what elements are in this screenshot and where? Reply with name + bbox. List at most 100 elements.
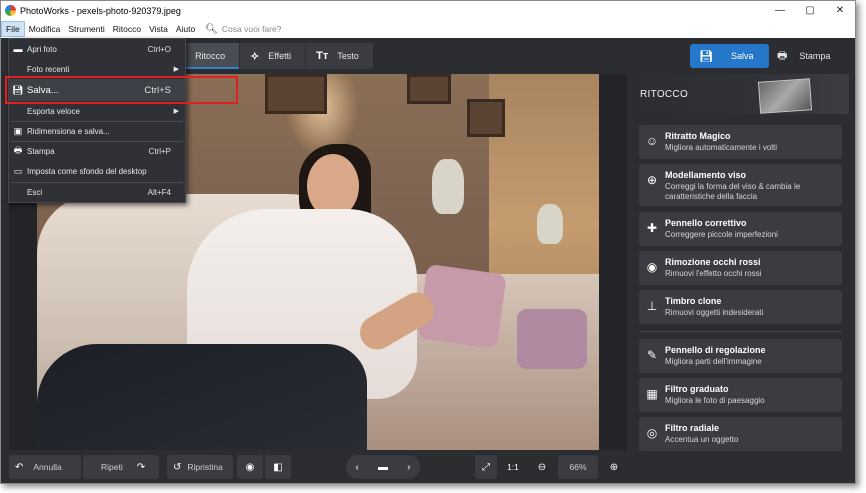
tool-rimozione-occhi-rossi[interactable]: ◉ Rimozione occhi rossi Rimuovi l'effetto… bbox=[639, 251, 842, 285]
undo-button[interactable]: ↶ Annulla bbox=[9, 455, 81, 479]
menu-item-sfondo-desktop[interactable]: ▭ Imposta come sfondo del desktop bbox=[9, 161, 185, 181]
menu-item-shortcut: Alt+F4 bbox=[147, 187, 171, 197]
photoworks-logo-icon bbox=[5, 5, 16, 16]
text-icon: Tт bbox=[316, 50, 329, 62]
actual-size-button[interactable]: 1:1 bbox=[501, 455, 525, 479]
tool-name: Pennello correttivo bbox=[665, 218, 747, 228]
save-button[interactable]: 💾︎ Salva bbox=[690, 44, 769, 68]
photo-vase bbox=[432, 159, 464, 214]
bandage-icon: ✚ bbox=[646, 221, 658, 235]
tool-desc: Rimuovi oggetti indesiderati bbox=[665, 308, 764, 317]
radial-icon: ◎ bbox=[646, 426, 658, 440]
zoom-out-icon: ⊖ bbox=[537, 461, 547, 473]
monitor-icon: ▭ bbox=[13, 165, 23, 176]
restore-icon: ↺ bbox=[173, 461, 182, 473]
save-button-label: Salva bbox=[730, 51, 754, 61]
previous-photo-button[interactable]: ‹ bbox=[356, 462, 359, 473]
panel-header: RITOCCO bbox=[631, 74, 849, 114]
tool-desc: Migliora le foto di paesaggio bbox=[665, 396, 765, 405]
zoom-in-icon: ⊕ bbox=[609, 461, 619, 473]
redo-icon: ↷ bbox=[136, 461, 146, 473]
fit-screen-icon: ⤢ bbox=[482, 461, 490, 473]
panel-divider bbox=[639, 331, 842, 332]
resize-icon: ▣ bbox=[13, 125, 23, 136]
photo-pants bbox=[37, 344, 367, 450]
tool-modellamento-viso[interactable]: ⊕ Modellamento viso Correggi la forma del… bbox=[639, 164, 842, 206]
tool-pennello-correttivo[interactable]: ✚ Pennello correttivo Correggere piccole … bbox=[639, 212, 842, 246]
retouch-panel: RITOCCO ☺ Ritratto Magico Migliora automa… bbox=[631, 74, 849, 476]
tool-filtro-graduato[interactable]: ▦ Filtro graduato Migliora le foto di pae… bbox=[639, 378, 842, 412]
tool-name: Filtro graduato bbox=[665, 384, 729, 394]
tab-effetti-label: Effetti bbox=[268, 51, 292, 61]
tool-name: Timbro clone bbox=[665, 296, 722, 306]
highlight-box bbox=[5, 76, 238, 104]
menu-item-label: Apri foto bbox=[27, 44, 57, 54]
tool-desc: Accentua un oggetto bbox=[665, 435, 739, 444]
menu-item-ridimensiona[interactable]: ▣ Ridimensiona e salva... bbox=[9, 121, 185, 141]
folder-icon[interactable]: ▬ bbox=[378, 462, 388, 473]
tool-desc: Rimuovi l'effetto occhi rossi bbox=[665, 269, 762, 278]
menu-item-apri-foto[interactable]: ▬ Apri foto Ctrl+O bbox=[9, 39, 185, 59]
menu-item-shortcut: Ctrl+O bbox=[147, 44, 171, 54]
zoom-level-field[interactable]: 66% bbox=[558, 455, 598, 479]
app-window: PhotoWorks - pexels-photo-920379.jpeg — … bbox=[0, 0, 856, 484]
menu-ritocco[interactable]: Ritocco bbox=[109, 21, 145, 37]
menu-item-label: Esci bbox=[27, 187, 43, 197]
menu-item-label: Ridimensiona e salva... bbox=[27, 126, 110, 136]
menu-vista[interactable]: Vista bbox=[145, 21, 172, 37]
menu-file[interactable]: File bbox=[1, 21, 25, 37]
zoom-in-button[interactable]: ⊕ bbox=[602, 455, 626, 479]
tool-desc: Correggere piccole imperfezioni bbox=[665, 230, 778, 239]
print-button[interactable]: 🖶︎ Stampa bbox=[771, 44, 841, 68]
tab-ritocco-label: Ritocco bbox=[195, 51, 226, 61]
restore-button[interactable]: ↺ Ripristina bbox=[167, 455, 233, 479]
compare-button[interactable]: ◧ bbox=[265, 455, 291, 479]
minimize-button[interactable]: — bbox=[765, 1, 795, 20]
maximize-button[interactable]: ▢ bbox=[795, 1, 825, 20]
fit-to-screen-button[interactable]: ⤢ bbox=[475, 455, 497, 479]
menu-item-shortcut: Ctrl+P bbox=[148, 146, 171, 156]
brush-icon: ✎ bbox=[646, 348, 658, 362]
undo-label: Annulla bbox=[33, 462, 62, 472]
tool-name: Ritratto Magico bbox=[665, 131, 731, 141]
tool-name: Pennello di regolazione bbox=[665, 345, 766, 355]
close-button[interactable]: ✕ bbox=[825, 1, 855, 20]
search-box[interactable]: 🔍︎ Cosa vuoi fare? bbox=[205, 24, 281, 35]
compare-icon: ◧ bbox=[273, 461, 283, 473]
file-menu-dropdown: ▬ Apri foto Ctrl+O Foto recenti ▶ 💾︎ Sal… bbox=[8, 38, 186, 203]
menu-aiuto[interactable]: Aiuto bbox=[172, 21, 199, 37]
menu-bar: File Modifica Strumenti Ritocco Vista Ai… bbox=[1, 20, 855, 38]
tool-timbro-clone[interactable]: ⊥ Timbro clone Rimuovi oggetti indesidera… bbox=[639, 290, 842, 324]
menu-item-label: Foto recenti bbox=[27, 64, 70, 74]
preview-button[interactable]: ◉ bbox=[237, 455, 263, 479]
bottom-bar: ↶ Annulla Ripeti ↷ ↺ Ripristina ◉ ◧ ‹ ▬ … bbox=[1, 450, 627, 483]
next-photo-button[interactable]: › bbox=[407, 462, 410, 473]
tab-effetti[interactable]: ✧ Effetti bbox=[240, 43, 307, 69]
menu-item-esporta-veloce[interactable]: Esporta veloce ▶ bbox=[9, 101, 185, 121]
magic-portrait-icon: ☺ bbox=[645, 134, 659, 148]
tool-filtro-radiale[interactable]: ◎ Filtro radiale Accentua un oggetto bbox=[639, 417, 842, 451]
magic-wand-icon: ✧ bbox=[250, 50, 260, 63]
menu-modifica[interactable]: Modifica bbox=[25, 21, 65, 37]
photo-frame bbox=[265, 74, 327, 114]
mode-tabs: / Ritocco ✧ Effetti Tт Testo bbox=[173, 43, 374, 69]
floppy-icon: 💾︎ bbox=[699, 50, 713, 63]
photo-frame bbox=[467, 99, 505, 137]
search-icon: 🔍︎ bbox=[205, 23, 218, 35]
tool-ritratto-magico[interactable]: ☺ Ritratto Magico Migliora automaticament… bbox=[639, 125, 842, 159]
panel-title: RITOCCO bbox=[640, 89, 689, 100]
tab-testo[interactable]: Tт Testo bbox=[306, 43, 374, 69]
menu-item-stampa[interactable]: 🖶︎ Stampa Ctrl+P bbox=[9, 141, 185, 161]
face-icon: ⊕ bbox=[646, 173, 658, 187]
menu-strumenti[interactable]: Strumenti bbox=[64, 21, 108, 37]
tool-desc: Correggi la forma del viso & cambia le c… bbox=[665, 182, 801, 201]
photo-cushion bbox=[517, 309, 587, 369]
submenu-arrow-icon: ▶ bbox=[173, 66, 179, 73]
tool-name: Filtro radiale bbox=[665, 423, 720, 433]
window-title: PhotoWorks - pexels-photo-920379.jpeg bbox=[20, 5, 181, 16]
redo-button[interactable]: Ripeti ↷ bbox=[83, 455, 159, 479]
menu-item-esci[interactable]: Esci Alt+F4 bbox=[9, 182, 185, 202]
submenu-arrow-icon: ▶ bbox=[173, 108, 179, 115]
zoom-out-button[interactable]: ⊖ bbox=[530, 455, 554, 479]
tool-pennello-regolazione[interactable]: ✎ Pennello di regolazione Migliora parti … bbox=[639, 339, 842, 373]
